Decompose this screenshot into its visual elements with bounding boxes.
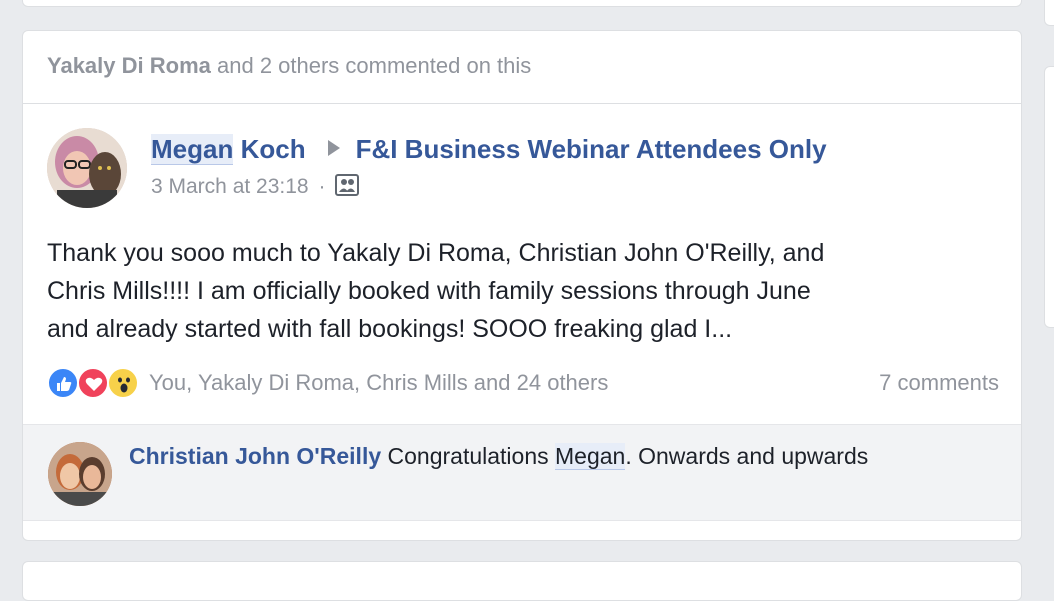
triangle-right-icon: [327, 140, 340, 156]
feed-post: Yakaly Di Roma and 2 others commented on…: [22, 30, 1022, 541]
wow-icon: [107, 367, 139, 399]
activity-text: and 2 others commented on this: [217, 53, 532, 78]
group-link[interactable]: F&I Business Webinar Attendees Only: [356, 134, 827, 164]
commenter-avatar[interactable]: [48, 442, 112, 506]
love-icon: [77, 367, 109, 399]
post-text: Thank you sooo much to Yakaly Di Roma, C…: [47, 234, 997, 348]
reactions-bar: You, Yakaly Di Roma, Chris Mills and 24 …: [47, 366, 999, 400]
post-text-line: Chris Mills!!!! I am officially booked w…: [47, 277, 811, 305]
author-link[interactable]: Megan Koch: [151, 134, 306, 165]
reaction-names-link[interactable]: You, Yakaly Di Roma, Chris Mills and 24 …: [149, 370, 608, 396]
activity-actor-link[interactable]: Yakaly Di Roma: [47, 53, 211, 78]
post-header: Megan Koch F&I Business Webinar Attendees…: [47, 128, 997, 208]
post-timestamp[interactable]: 3 March at 23:18: [151, 175, 309, 198]
author-avatar[interactable]: [47, 128, 127, 208]
comment-section: Christian John O'Reilly Congratulations …: [23, 424, 1021, 521]
post-title: Megan Koch F&I Business Webinar Attendees…: [151, 134, 827, 165]
previous-post-card: [22, 0, 1022, 7]
comment-text: Christian John O'Reilly Congratulations …: [129, 443, 868, 470]
like-icon: [47, 367, 79, 399]
comments-count-link[interactable]: 7 comments: [879, 370, 999, 396]
comment-body-end: . Onwards and upwards: [625, 443, 869, 469]
post-meta: 3 March at 23:18 ·: [151, 174, 360, 202]
activity-header: Yakaly Di Roma and 2 others commented on…: [23, 31, 1021, 104]
post-text-line: and already started with fall bookings! …: [47, 315, 733, 343]
comment-body: Congratulations: [387, 443, 549, 469]
meta-separator: ·: [318, 175, 326, 198]
group-audience-icon[interactable]: [335, 174, 360, 202]
comment-mention-link[interactable]: Megan: [555, 443, 626, 470]
side-card: [1044, 0, 1054, 26]
post-text-line: Thank you sooo much to Yakaly Di Roma, C…: [47, 239, 825, 267]
comment-author-link[interactable]: Christian John O'Reilly: [129, 443, 381, 469]
next-post-card: [22, 561, 1022, 601]
side-card: [1044, 66, 1054, 328]
